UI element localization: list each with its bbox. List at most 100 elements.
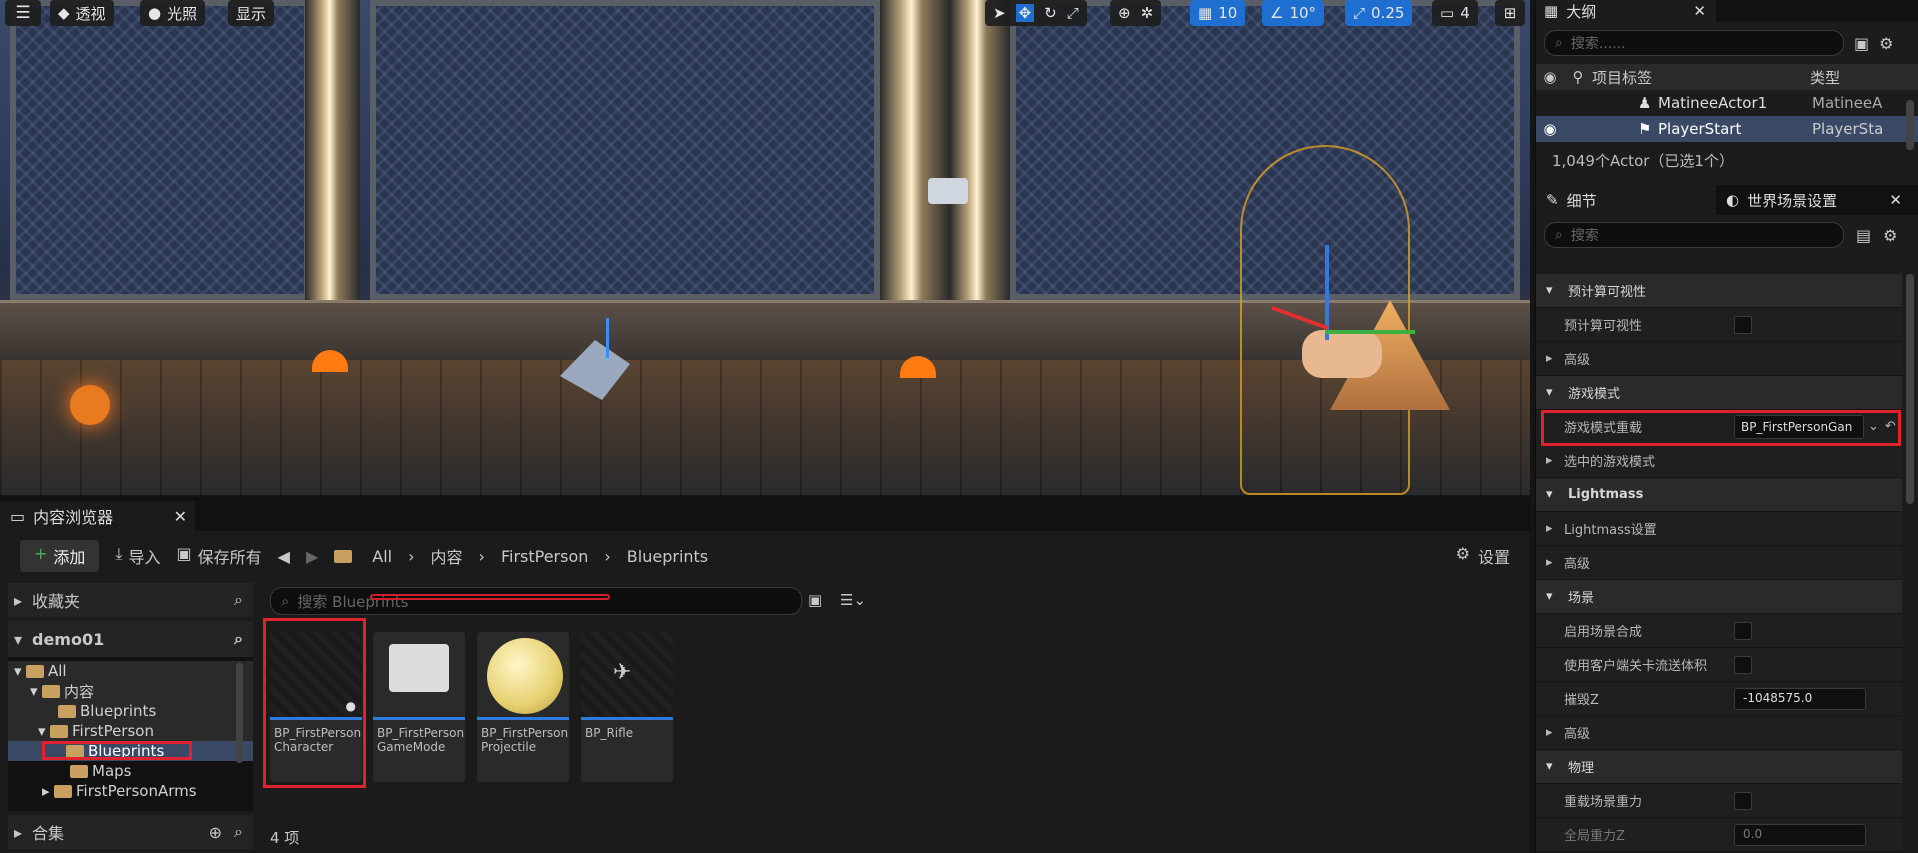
close-icon[interactable]: ✕: [1889, 191, 1902, 209]
move-icon[interactable]: ✥: [1015, 4, 1035, 22]
kill-z-input[interactable]: -1048575.0: [1734, 687, 1866, 710]
angle-snap-button[interactable]: ∠ 10°: [1262, 0, 1325, 26]
coord-tools[interactable]: ⊕ ✲: [1110, 0, 1162, 26]
arrow-gizmo: [606, 318, 609, 358]
scale-snap-button[interactable]: ⤢ 0.25: [1345, 0, 1413, 26]
tree-item-blueprints[interactable]: Blueprints: [8, 701, 253, 721]
asset-tile[interactable]: BP_FirstPerson Projectile: [477, 632, 569, 782]
streaming-checkbox[interactable]: [1734, 655, 1752, 674]
viewport-menu-button[interactable]: ☰: [5, 0, 41, 26]
gamepad-icon[interactable]: [1302, 330, 1382, 378]
section-physics[interactable]: ▾ 物理: [1536, 750, 1902, 784]
favorites-section[interactable]: ▸ 收藏夹 ⌕: [8, 583, 253, 617]
section-world[interactable]: ▾ 场景: [1536, 580, 1902, 614]
prop-lightmass-settings[interactable]: ▸ Lightmass设置: [1536, 512, 1902, 546]
select-icon[interactable]: ➤: [993, 4, 1006, 22]
back-icon[interactable]: ◀: [278, 547, 290, 566]
hamburger-icon: ☰: [15, 3, 31, 23]
grid-icon: ▦: [1198, 4, 1213, 22]
precomputed-checkbox[interactable]: [1734, 315, 1752, 334]
prop-selected-gamemode[interactable]: ▸ 选中的游戏模式: [1536, 444, 1902, 478]
level-viewport[interactable]: ☰ ◆ 透视 ● 光照 显示 ➤ ✥ ↻ ⤢ ⊕ ✲ ▦ 10 ∠ 10° ⤢ 0.25 …: [0, 0, 1530, 495]
outliner-row-selected[interactable]: ◉ ⚑ PlayerStart PlayerStar: [1536, 116, 1918, 142]
item-count: 4 项: [270, 829, 300, 847]
column-label[interactable]: 项目标签: [1592, 67, 1802, 88]
composition-checkbox[interactable]: [1734, 621, 1752, 640]
asset-search-input[interactable]: ⌕ 搜索 Blueprints: [270, 587, 802, 615]
wall-panel: [10, 0, 310, 300]
search-icon[interactable]: ⌕: [234, 590, 243, 610]
outliner-scrollbar[interactable]: [1906, 100, 1914, 150]
search-icon[interactable]: ⌕: [234, 822, 243, 842]
project-section[interactable]: ▾ demo01 ⌕: [8, 621, 253, 657]
perspective-button[interactable]: ◆ 透视: [50, 0, 114, 26]
y-axis-gizmo[interactable]: [1325, 330, 1415, 334]
tree-item-firstperson[interactable]: ▾ FirstPerson: [8, 721, 253, 741]
import-button[interactable]: ⤓ 导入: [115, 544, 160, 568]
prop-precomputed: 预计算可视性: [1536, 308, 1902, 342]
lighting-button[interactable]: ● 光照: [140, 0, 206, 26]
details-scrollbar[interactable]: [1906, 274, 1914, 504]
close-icon[interactable]: ✕: [174, 507, 187, 526]
gear-icon[interactable]: ⚙: [1883, 226, 1897, 245]
column-type[interactable]: 类型: [1802, 67, 1840, 88]
collections-section[interactable]: ▸ 合集 ⊕ ⌕: [8, 815, 253, 849]
filter-icon[interactable]: ☰⌄: [840, 591, 866, 609]
settings-button[interactable]: ⚙ 设置: [1456, 544, 1510, 568]
transform-tools[interactable]: ➤ ✥ ↻ ⤢: [985, 0, 1087, 26]
outliner-tab[interactable]: ▦ 大纲 ✕: [1536, 0, 1918, 22]
search-icon[interactable]: ⌕: [234, 629, 243, 649]
section-advanced[interactable]: ▸ 高级: [1536, 546, 1902, 580]
close-icon[interactable]: ✕: [1693, 2, 1706, 20]
gravity-input[interactable]: 0.0: [1734, 823, 1866, 846]
grid-snap-button[interactable]: ▦ 10: [1190, 0, 1246, 26]
folder-icon: ▭: [10, 506, 26, 526]
table-view-icon[interactable]: ▤: [1856, 226, 1871, 245]
tree-item-all[interactable]: ▾ All: [8, 661, 253, 681]
section-advanced[interactable]: ▸ 高级: [1536, 716, 1902, 750]
surface-snap-icon[interactable]: ✲: [1141, 4, 1154, 22]
details-search-input[interactable]: ⌕ 搜索: [1544, 222, 1844, 248]
breadcrumb-firstperson[interactable]: FirstPerson: [501, 547, 588, 566]
gravity-checkbox[interactable]: [1734, 791, 1752, 810]
add-folder-icon[interactable]: ▣: [1854, 34, 1869, 53]
save-search-icon[interactable]: ▣: [808, 591, 822, 609]
tree-scrollbar[interactable]: [236, 663, 243, 763]
breadcrumb-content[interactable]: 内容: [431, 544, 463, 568]
world-icon[interactable]: ⊕: [1118, 4, 1131, 22]
tree-item-maps[interactable]: Maps: [8, 761, 253, 781]
camera-speed-button[interactable]: ▭ 4: [1432, 0, 1478, 26]
world-settings-tab[interactable]: ◐ 世界场景设置 ✕: [1716, 185, 1906, 215]
section-advanced[interactable]: ▸ 高级: [1536, 342, 1902, 376]
asset-tile[interactable]: ✈ BP_Rifle: [581, 632, 673, 782]
light-bulb-icon[interactable]: [70, 385, 110, 425]
details-tab[interactable]: ✎ 细节: [1536, 185, 1716, 215]
scale-icon[interactable]: ⤢: [1067, 4, 1079, 22]
section-precomputed[interactable]: ▾ 预计算可视性: [1536, 274, 1902, 308]
forward-icon[interactable]: ▶: [306, 547, 318, 566]
section-gamemode[interactable]: ▾ 游戏模式: [1536, 376, 1902, 410]
gear-icon[interactable]: ⚙: [1879, 34, 1893, 53]
camera-icon[interactable]: [928, 178, 968, 204]
tree-item-content[interactable]: ▾ 内容: [8, 681, 253, 701]
outliner-row[interactable]: ♟ MatineeActor1 MatineeAc: [1536, 90, 1918, 116]
breadcrumb-all[interactable]: All: [372, 547, 392, 566]
eye-icon[interactable]: ◉: [1536, 68, 1564, 86]
add-button[interactable]: + 添加: [20, 540, 100, 572]
save-all-button[interactable]: ▣ 保存所有: [177, 544, 262, 568]
tree-item-firstpersonarms[interactable]: ▸ FirstPersonArms: [8, 781, 253, 801]
layout-button[interactable]: ⊞: [1495, 0, 1525, 26]
asset-thumbnail: [373, 632, 465, 720]
add-circle-icon[interactable]: ⊕: [209, 823, 222, 842]
breadcrumb-blueprints[interactable]: Blueprints: [627, 547, 708, 566]
rotate-icon[interactable]: ↻: [1044, 4, 1057, 22]
show-button[interactable]: 显示: [228, 0, 275, 26]
asset-tile[interactable]: BP_FirstPerson GameMode: [373, 632, 465, 782]
content-browser-tab[interactable]: ▭ 内容浏览器 ✕: [0, 501, 195, 531]
plus-icon: +: [34, 544, 48, 563]
section-lightmass[interactable]: ▾ Lightmass: [1536, 478, 1902, 512]
pin-icon[interactable]: ⚲: [1564, 68, 1592, 86]
prop-override-gravity: 重载场景重力: [1536, 784, 1902, 818]
eye-icon[interactable]: ◉: [1536, 120, 1564, 138]
outliner-search-input[interactable]: ⌕ 搜索......: [1544, 30, 1844, 56]
